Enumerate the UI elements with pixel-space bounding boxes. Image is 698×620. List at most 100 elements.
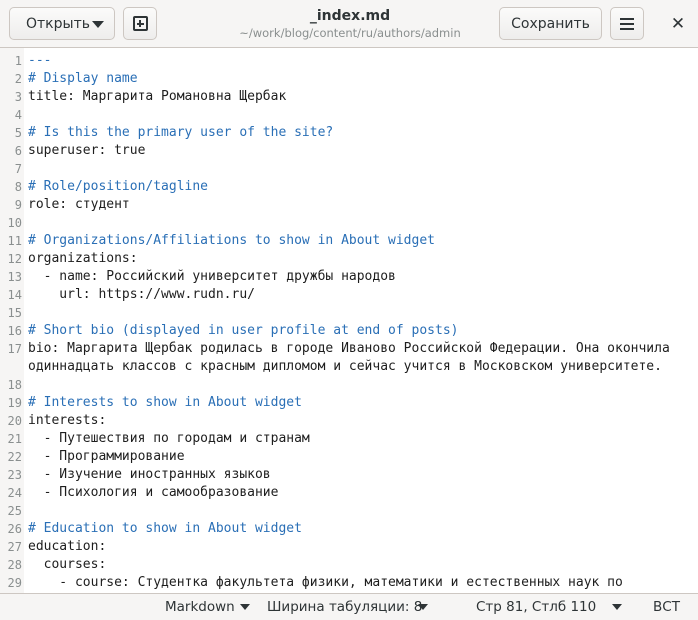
code-text: url: https://www.rudn.ru/ [28, 287, 255, 302]
editor-line[interactable]: 18 [0, 376, 698, 394]
editor-line[interactable]: 12 organizations: [0, 250, 698, 268]
editor-line[interactable]: 6 superuser: true [0, 142, 698, 160]
chevron-down-icon [92, 21, 104, 28]
editor-line[interactable]: 2 # Display name [0, 70, 698, 88]
editor-line[interactable]: одиннадцать классов с красным дипломом и… [0, 358, 698, 376]
line-number: 14 [7, 288, 22, 302]
code-comment: # Interests to show in About widget [28, 395, 302, 410]
new-document-icon [132, 16, 148, 31]
text-editor[interactable]: 1 --- 2 # Display name 3 title: Маргарита Ром… [0, 48, 698, 593]
cursor-position[interactable]: Стр 81, Стлб 110 [476, 598, 596, 616]
code-comment: # Short bio (displayed in user profile a… [28, 323, 459, 338]
document-title: _index.md [309, 8, 391, 24]
code-text: superuser: true [28, 143, 146, 158]
line-number: 9 [14, 198, 22, 212]
open-button-label: Открыть [26, 15, 90, 32]
line-number: 15 [7, 306, 22, 320]
hamburger-icon [620, 17, 634, 30]
editor-line[interactable]: 1 --- [0, 52, 698, 70]
line-number: 6 [14, 144, 22, 158]
line-number: 25 [7, 504, 22, 518]
code-comment: # Organizations/Affiliations to show in … [28, 233, 435, 248]
editor-line[interactable]: 19 # Interests to show in About widget [0, 394, 698, 412]
tab-width-chevron-down-icon[interactable] [418, 604, 428, 610]
code-text: courses: [28, 557, 107, 572]
line-number: 29 [7, 576, 22, 590]
language-selector[interactable]: Markdown [165, 598, 235, 616]
editor-line[interactable]: 16 # Short bio (displayed in user profile… [0, 322, 698, 340]
window-title-block: _index.md ~/work/blog/content/ru/authors… [200, 7, 500, 41]
code-comment: # Display name [28, 71, 138, 86]
header-bar: Открыть _index.md ~/work/blog/content/ru… [0, 0, 698, 48]
editor-line[interactable]: 9 role: студент [0, 196, 698, 214]
line-number: 11 [7, 234, 22, 248]
editor-line[interactable]: 13 - name: Российский университет дружбы… [0, 268, 698, 286]
line-number: 1 [14, 54, 22, 68]
editor-line[interactable]: 14 url: https://www.rudn.ru/ [0, 286, 698, 304]
editor-line[interactable]: 7 [0, 160, 698, 178]
line-number: 12 [7, 252, 22, 266]
line-number: 28 [7, 558, 22, 572]
line-number: 4 [14, 108, 22, 122]
line-number: 5 [14, 126, 22, 140]
code-comment: # Role/position/tagline [28, 179, 209, 194]
editor-line[interactable]: 24 - Психология и самообразование [0, 484, 698, 502]
line-number: 2 [14, 72, 22, 86]
line-number: 23 [7, 468, 22, 482]
line-number: 18 [7, 378, 22, 392]
editor-line[interactable]: 23 - Изучение иностранных языков [0, 466, 698, 484]
code-comment: --- [28, 53, 52, 68]
code-text: role: студент [28, 197, 130, 212]
code-text: interests: [28, 413, 107, 428]
save-button[interactable]: Сохранить [499, 7, 602, 40]
code-text: - course: Студентка факультета физики, м… [28, 575, 623, 590]
code-text: - name: Российский университет дружбы на… [28, 269, 396, 284]
line-number: 7 [14, 162, 22, 176]
editor-line[interactable]: 11 # Organizations/Affiliations to show i… [0, 232, 698, 250]
editor-line[interactable]: 5 # Is this the primary user of the site? [0, 124, 698, 142]
code-comment: # Is this the primary user of the site? [28, 125, 334, 140]
editor-line[interactable]: 29 - course: Студентка факультета физики… [0, 574, 698, 592]
save-button-label: Сохранить [511, 15, 590, 32]
insert-mode-indicator[interactable]: ВСТ [653, 598, 680, 616]
code-text: education: [28, 539, 107, 554]
editor-line[interactable]: 22 - Программирование [0, 448, 698, 466]
open-button[interactable]: Открыть [9, 7, 115, 40]
line-number: 10 [7, 216, 22, 230]
editor-line[interactable]: 27 education: [0, 538, 698, 556]
editor-line[interactable]: 21 - Путешествия по городам и странам [0, 430, 698, 448]
line-number: 27 [7, 540, 22, 554]
line-number: 3 [14, 90, 22, 104]
cursor-position-chevron-down-icon[interactable] [612, 604, 622, 610]
status-bar: Markdown Ширина табуляции: 8 Стр 81, Стл… [0, 593, 698, 620]
line-number: 19 [7, 396, 22, 410]
editor-line[interactable]: 15 [0, 304, 698, 322]
code-text: - Психология и самообразование [28, 485, 279, 500]
line-number: 21 [7, 432, 22, 446]
editor-line[interactable]: 28 courses: [0, 556, 698, 574]
editor-line[interactable]: 20 interests: [0, 412, 698, 430]
line-number: 16 [7, 324, 22, 338]
line-number: 20 [7, 414, 22, 428]
menu-button[interactable] [610, 7, 644, 40]
editor-line[interactable]: 17 bio: Маргарита Щербак родилась в город… [0, 340, 698, 358]
editor-line[interactable]: 8 # Role/position/tagline [0, 178, 698, 196]
language-chevron-down-icon[interactable] [240, 604, 250, 610]
code-text: bio: Маргарита Щербак родилась в городе … [28, 341, 670, 356]
line-number: 22 [7, 450, 22, 464]
new-document-button[interactable] [123, 7, 157, 40]
line-number: 24 [7, 486, 22, 500]
editor-line[interactable]: 3 title: Маргарита Романовна Щербак [0, 88, 698, 106]
code-text: title: Маргарита Романовна Щербак [28, 89, 287, 104]
tab-width-selector[interactable]: Ширина табуляции: 8 [267, 598, 422, 616]
editor-line[interactable]: 4 [0, 106, 698, 124]
code-text: одиннадцать классов с красным дипломом и… [28, 359, 662, 374]
editor-line[interactable]: 26 # Education to show in About widget [0, 520, 698, 538]
close-icon[interactable]: ✕ [666, 12, 690, 36]
editor-line[interactable]: 10 [0, 214, 698, 232]
line-number: 13 [7, 270, 22, 284]
code-text: organizations: [28, 251, 138, 266]
code-text: - Путешествия по городам и странам [28, 431, 310, 446]
line-number: 17 [7, 342, 22, 356]
editor-line[interactable]: 25 [0, 502, 698, 520]
